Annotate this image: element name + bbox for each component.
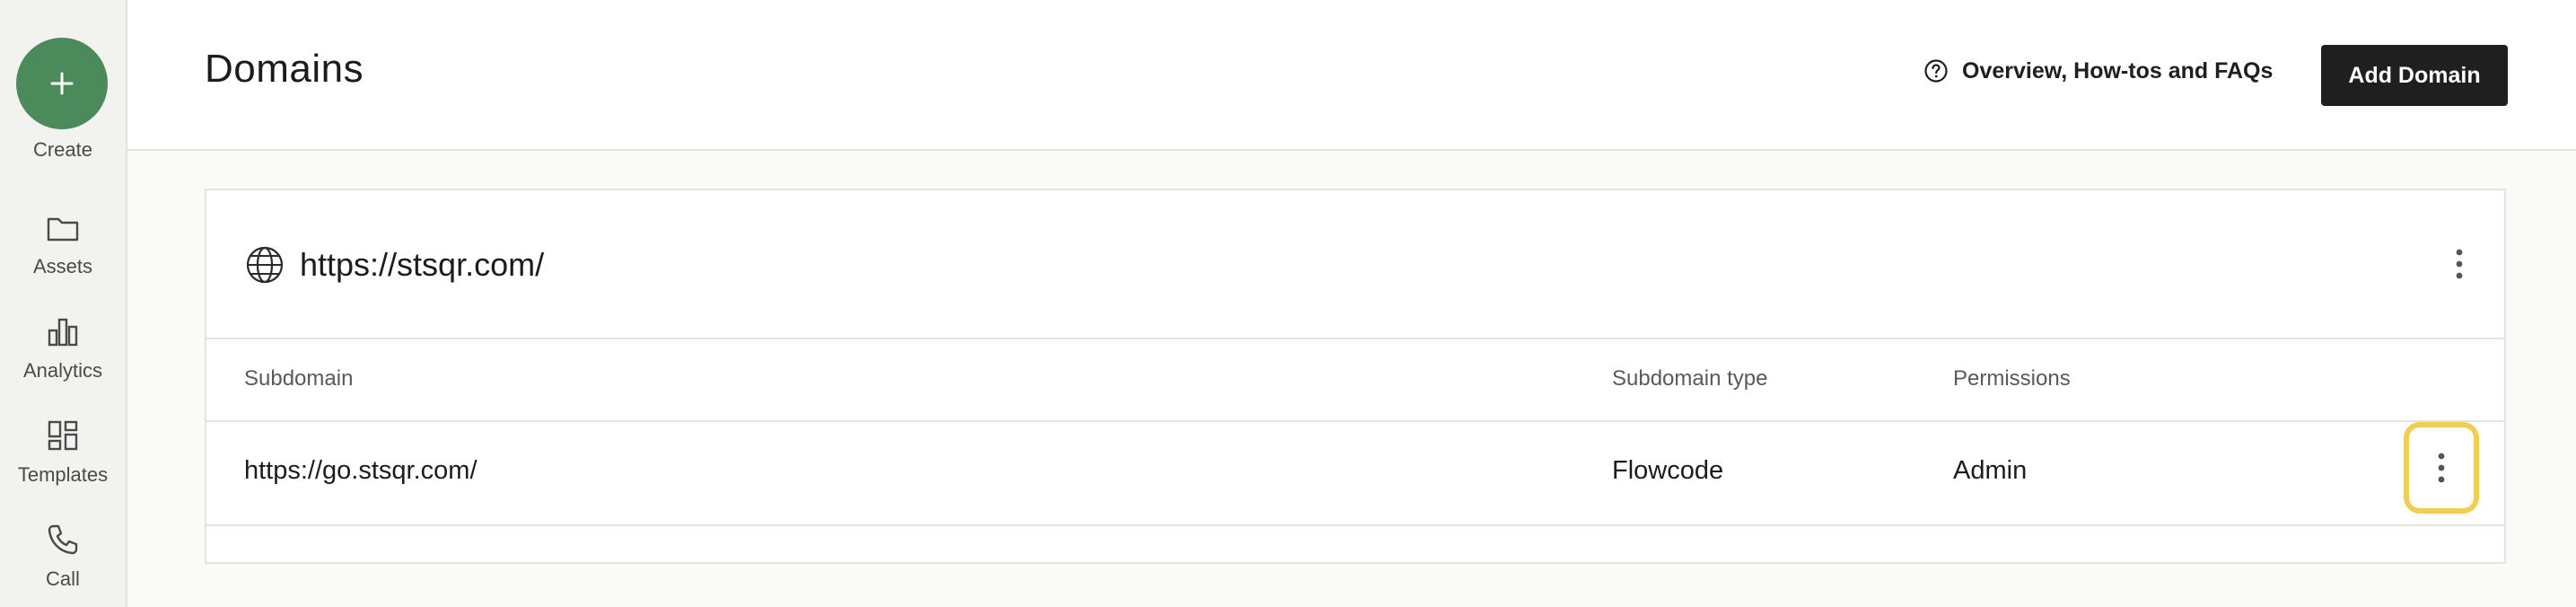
row-more-button[interactable] bbox=[2404, 422, 2479, 514]
add-domain-button[interactable]: Add Domain bbox=[2321, 45, 2508, 106]
column-header-subdomain-type: Subdomain type bbox=[1612, 366, 1768, 391]
domain-url: https://stsqr.com/ bbox=[300, 246, 545, 283]
sidebar-item-assets[interactable]: Assets bbox=[0, 207, 126, 282]
permissions-cell: Admin bbox=[1953, 456, 2028, 485]
help-circle-icon bbox=[1924, 59, 1948, 83]
more-vertical-icon bbox=[2438, 453, 2445, 483]
create-button[interactable] bbox=[16, 38, 108, 129]
help-link-label: Overview, How-tos and FAQs bbox=[1962, 57, 2274, 84]
row-divider bbox=[206, 524, 2504, 526]
domain-more-button[interactable] bbox=[2441, 237, 2477, 291]
more-vertical-icon bbox=[2456, 249, 2463, 279]
sidebar-item-call[interactable]: Call bbox=[0, 519, 126, 594]
folder-icon bbox=[44, 210, 82, 248]
domain-card-header: https://stsqr.com/ bbox=[206, 190, 2504, 339]
sidebar-item-analytics[interactable]: Analytics bbox=[0, 311, 126, 386]
table-divider bbox=[206, 420, 2504, 422]
app: Create Assets Analytics Templates Call D… bbox=[0, 0, 2576, 607]
domain-card: https://stsqr.com/ Subdomain Subdomain t… bbox=[205, 189, 2506, 564]
plus-icon bbox=[50, 72, 74, 95]
bar-chart-icon bbox=[44, 312, 82, 350]
column-header-permissions: Permissions bbox=[1953, 366, 2071, 391]
create-label: Create bbox=[32, 138, 93, 161]
sidebar-item-templates[interactable]: Templates bbox=[0, 415, 126, 490]
sidebar-item-label: Call bbox=[46, 567, 80, 590]
sidebar-item-label: Assets bbox=[32, 255, 93, 277]
phone-icon bbox=[44, 521, 82, 559]
globe-icon bbox=[244, 244, 285, 286]
column-header-subdomain: Subdomain bbox=[244, 366, 354, 391]
sidebar-item-label: Analytics bbox=[22, 359, 103, 382]
help-link[interactable]: Overview, How-tos and FAQs bbox=[1923, 57, 2273, 84]
sidebar: Create Assets Analytics Templates Call bbox=[0, 0, 127, 607]
subdomain-type-cell: Flowcode bbox=[1612, 456, 1724, 485]
sidebar-item-label: Templates bbox=[17, 463, 109, 486]
page-header: Domains Overview, How-tos and FAQs Add D… bbox=[127, 0, 2576, 151]
templates-icon bbox=[44, 417, 82, 454]
page-title: Domains bbox=[205, 47, 364, 91]
subdomain-cell: https://go.stsqr.com/ bbox=[244, 456, 478, 485]
